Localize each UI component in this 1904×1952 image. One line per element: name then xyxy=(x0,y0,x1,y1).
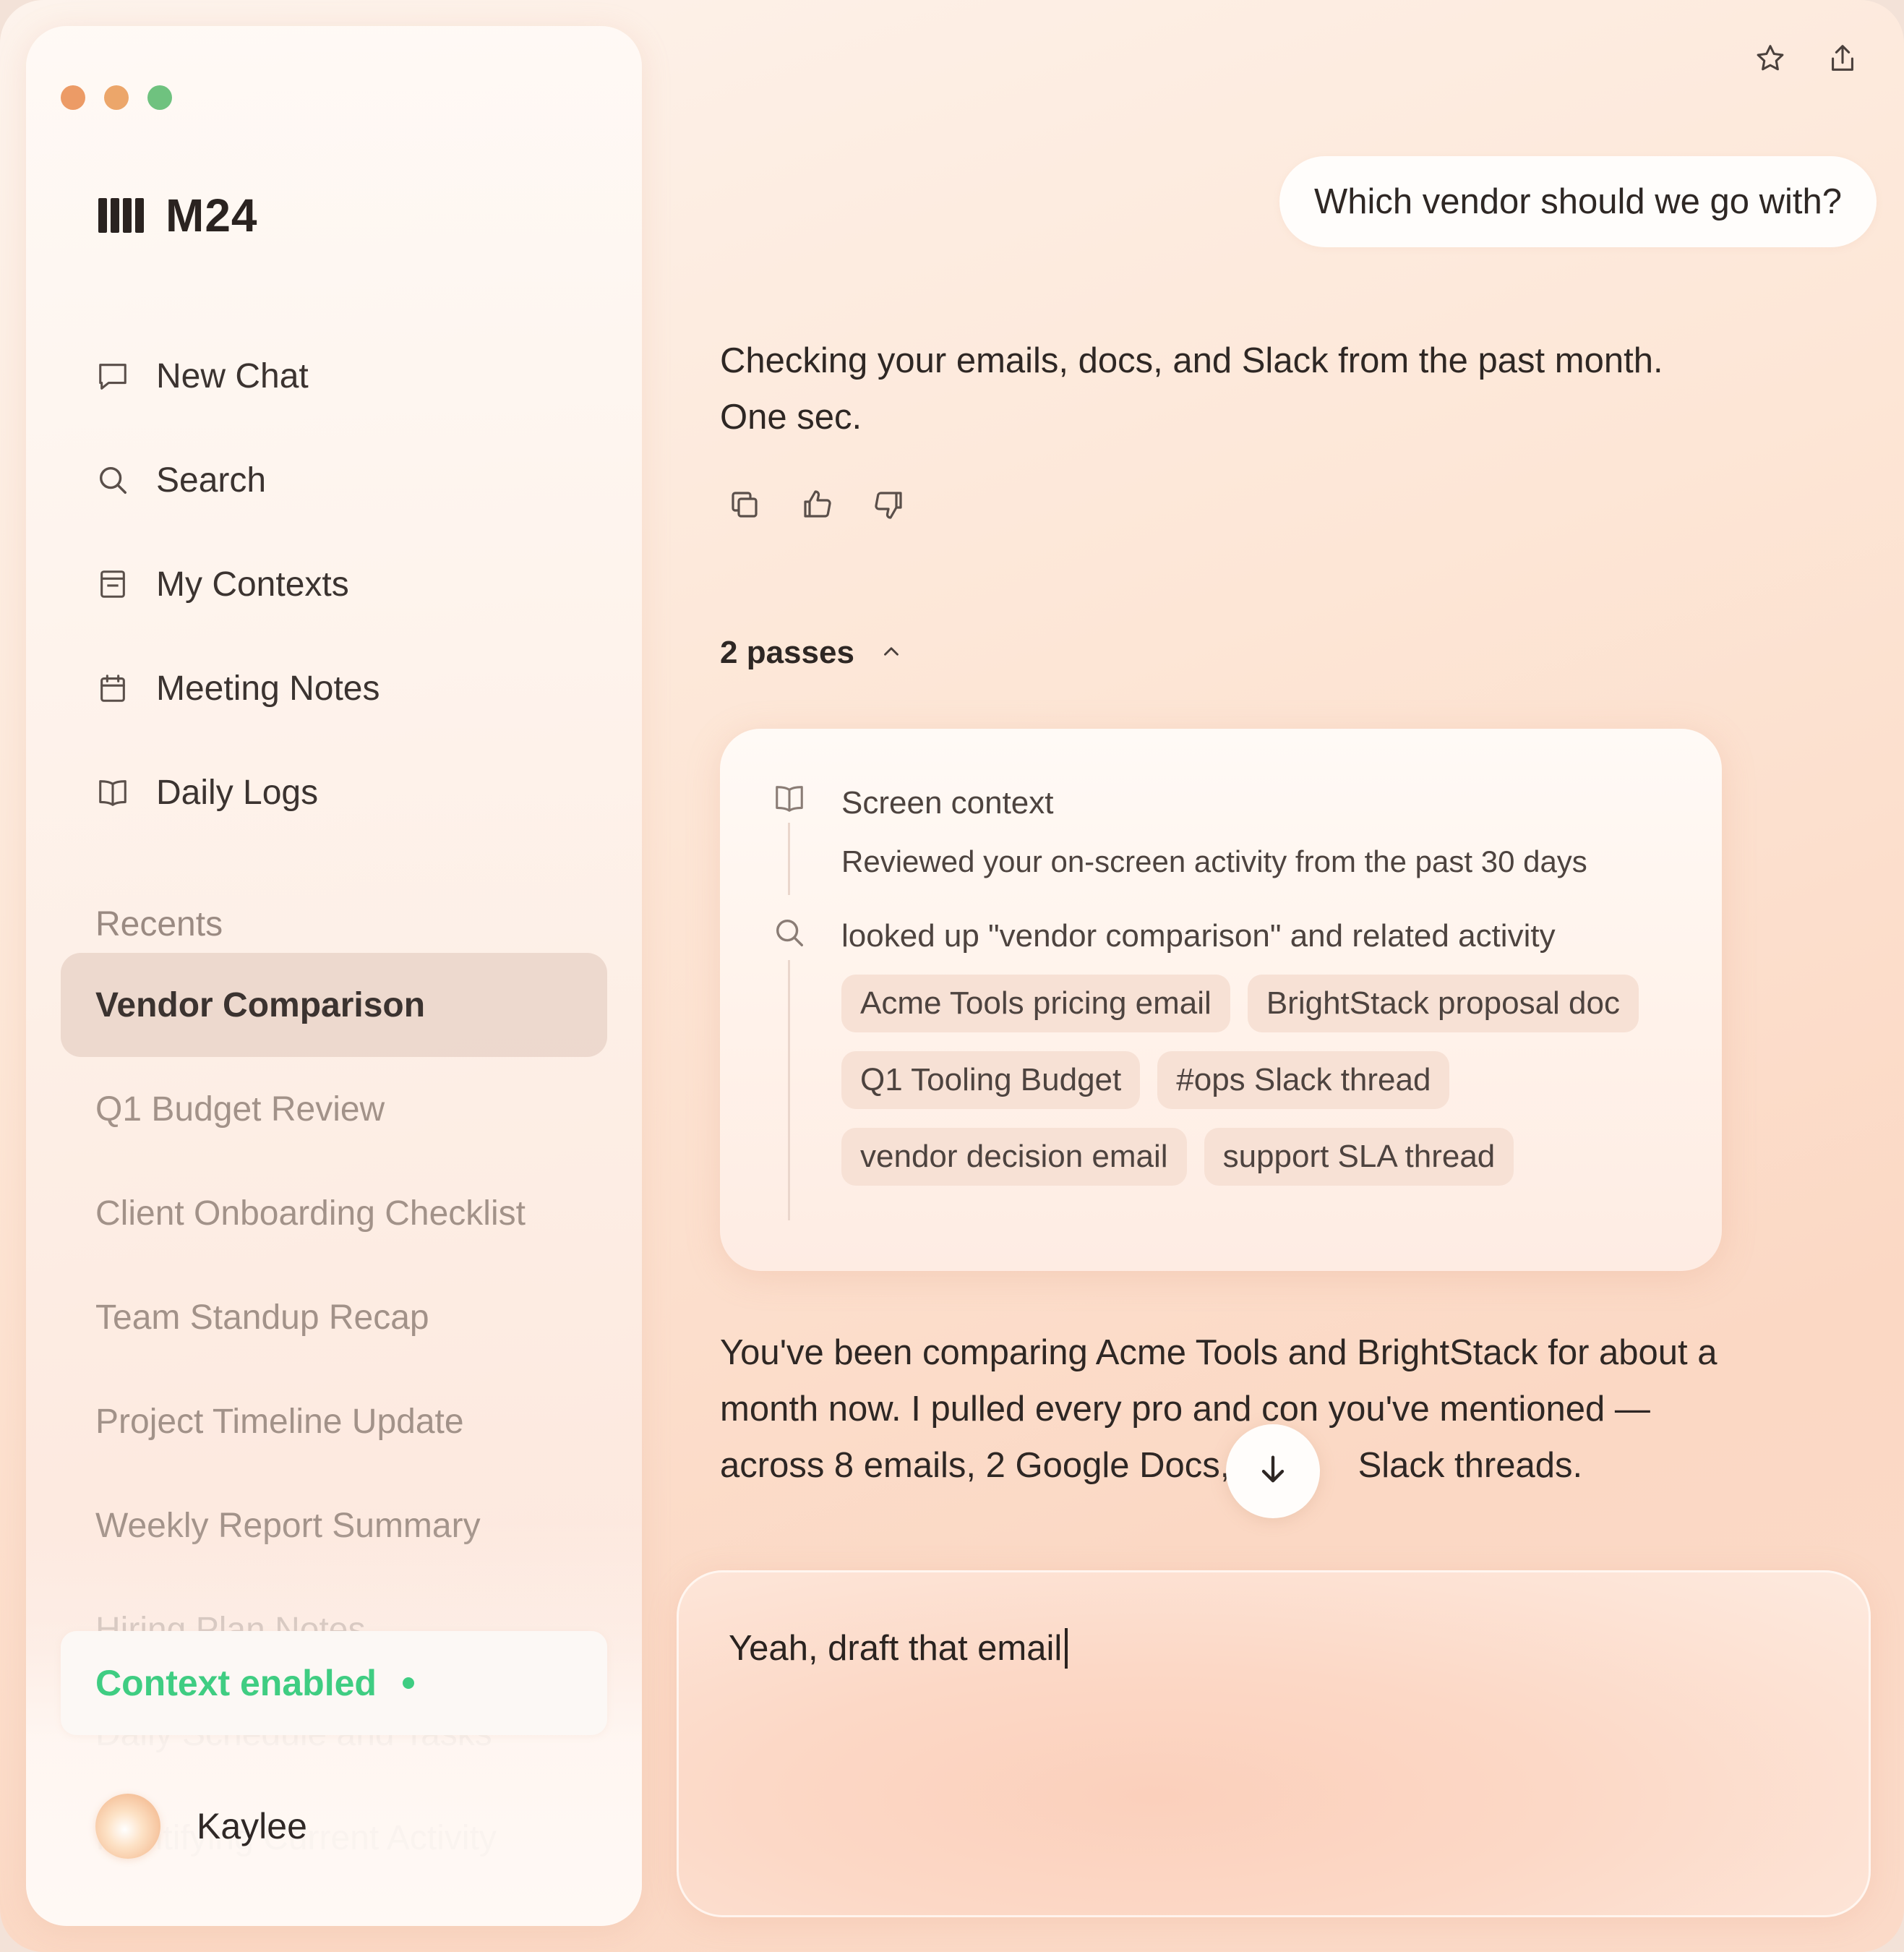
search-icon xyxy=(95,463,130,497)
message-composer[interactable]: Yeah, draft that email xyxy=(677,1570,1871,1917)
source-chip[interactable]: vendor decision email xyxy=(841,1128,1187,1186)
recent-item[interactable]: Team Standup Recap xyxy=(61,1265,607,1369)
source-chip[interactable]: BrightStack proposal doc xyxy=(1247,975,1639,1032)
composer-input[interactable]: Yeah, draft that email xyxy=(729,1628,1068,1669)
assistant-message: Checking your emails, docs, and Slack fr… xyxy=(720,341,1663,437)
maximize-window-button[interactable] xyxy=(147,85,172,110)
source-chip[interactable]: support SLA thread xyxy=(1204,1128,1514,1186)
top-toolbar xyxy=(1752,40,1861,77)
book-icon xyxy=(771,779,808,817)
message-actions xyxy=(726,486,908,523)
nav-my-contexts[interactable]: My Contexts xyxy=(95,532,380,636)
message-line: You've been comparing Acme Tools and Bri… xyxy=(720,1333,1718,1372)
calendar-icon xyxy=(95,671,130,706)
chat-bubble-icon xyxy=(95,359,130,393)
scroll-to-bottom-button[interactable] xyxy=(1226,1424,1320,1518)
brand: M24 xyxy=(98,189,258,242)
step-title: Screen context xyxy=(841,785,1054,821)
minimize-window-button[interactable] xyxy=(104,85,129,110)
copy-icon[interactable] xyxy=(726,486,763,523)
step-subtitle: Reviewed your on-screen activity from th… xyxy=(841,844,1587,878)
close-window-button[interactable] xyxy=(61,85,85,110)
passes-label: 2 passes xyxy=(720,635,854,670)
sidebar-nav: New Chat Search My Contexts Meeting Note… xyxy=(95,324,380,844)
nav-label: Search xyxy=(156,461,267,500)
source-chip[interactable]: Acme Tools pricing email xyxy=(841,975,1230,1032)
user-name: Kaylee xyxy=(197,1806,307,1846)
passes-card: Screen context Reviewed your on-screen a… xyxy=(720,729,1722,1271)
search-icon xyxy=(771,914,808,951)
recent-item-active[interactable]: Vendor Comparison xyxy=(61,953,607,1057)
thumbs-down-icon[interactable] xyxy=(870,486,908,523)
window-controls xyxy=(61,85,172,110)
user-message-bubble: Which vendor should we go with? xyxy=(1279,156,1877,247)
source-chip[interactable]: Q1 Tooling Budget xyxy=(841,1051,1141,1109)
recent-item[interactable]: Project Timeline Update xyxy=(61,1369,607,1473)
message-fragment: Slack threads. xyxy=(1347,1446,1583,1485)
chevron-up-icon xyxy=(879,639,904,667)
recents-heading: Recents xyxy=(95,905,223,943)
user-profile[interactable]: Kaylee xyxy=(95,1794,307,1859)
message-line: month now. I pulled every pro and con yo… xyxy=(720,1390,1650,1429)
status-dot-icon xyxy=(402,1677,414,1689)
star-icon[interactable] xyxy=(1752,40,1788,77)
nav-label: Daily Logs xyxy=(156,773,319,812)
context-toggle[interactable]: Context enabled xyxy=(61,1631,607,1735)
app-name: M24 xyxy=(166,189,258,241)
context-label: Context enabled xyxy=(95,1663,377,1703)
app-window: M24 New Chat Search My Contexts Meeting … xyxy=(0,0,1904,1952)
source-chip[interactable]: #ops Slack thread xyxy=(1157,1051,1450,1109)
nav-label: My Contexts xyxy=(156,565,349,604)
step-title: looked up "vendor comparison" and relate… xyxy=(841,918,1556,954)
nav-new-chat[interactable]: New Chat xyxy=(95,324,380,428)
nav-meeting-notes[interactable]: Meeting Notes xyxy=(95,636,380,740)
inbox-icon xyxy=(95,567,130,602)
recent-item[interactable]: Client Onboarding Checklist xyxy=(61,1161,607,1265)
message-fragment: across 8 emails, 2 Google Docs, xyxy=(720,1446,1240,1485)
nav-label: New Chat xyxy=(156,356,309,395)
recents-list: Vendor Comparison Q1 Budget Review Clien… xyxy=(61,953,607,1890)
nav-daily-logs[interactable]: Daily Logs xyxy=(95,740,380,844)
recent-item[interactable]: Weekly Report Summary xyxy=(61,1473,607,1578)
recent-item[interactable]: Q1 Budget Review xyxy=(61,1057,607,1161)
logo-icon xyxy=(98,198,144,233)
book-icon xyxy=(95,775,130,810)
source-chips: Acme Tools pricing email BrightStack pro… xyxy=(841,975,1680,1186)
nav-search[interactable]: Search xyxy=(95,428,380,532)
arrow-down-icon xyxy=(1254,1451,1292,1492)
share-icon[interactable] xyxy=(1824,40,1861,77)
thumbs-up-icon[interactable] xyxy=(798,486,836,523)
sidebar: M24 New Chat Search My Contexts Meeting … xyxy=(26,26,642,1926)
avatar xyxy=(95,1794,160,1859)
step-connector xyxy=(788,823,790,895)
passes-toggle[interactable]: 2 passes xyxy=(720,635,904,671)
composer-value: Yeah, draft that email xyxy=(729,1629,1063,1668)
text-caret xyxy=(1065,1628,1068,1669)
step-connector xyxy=(788,960,790,1220)
nav-label: Meeting Notes xyxy=(156,669,380,708)
